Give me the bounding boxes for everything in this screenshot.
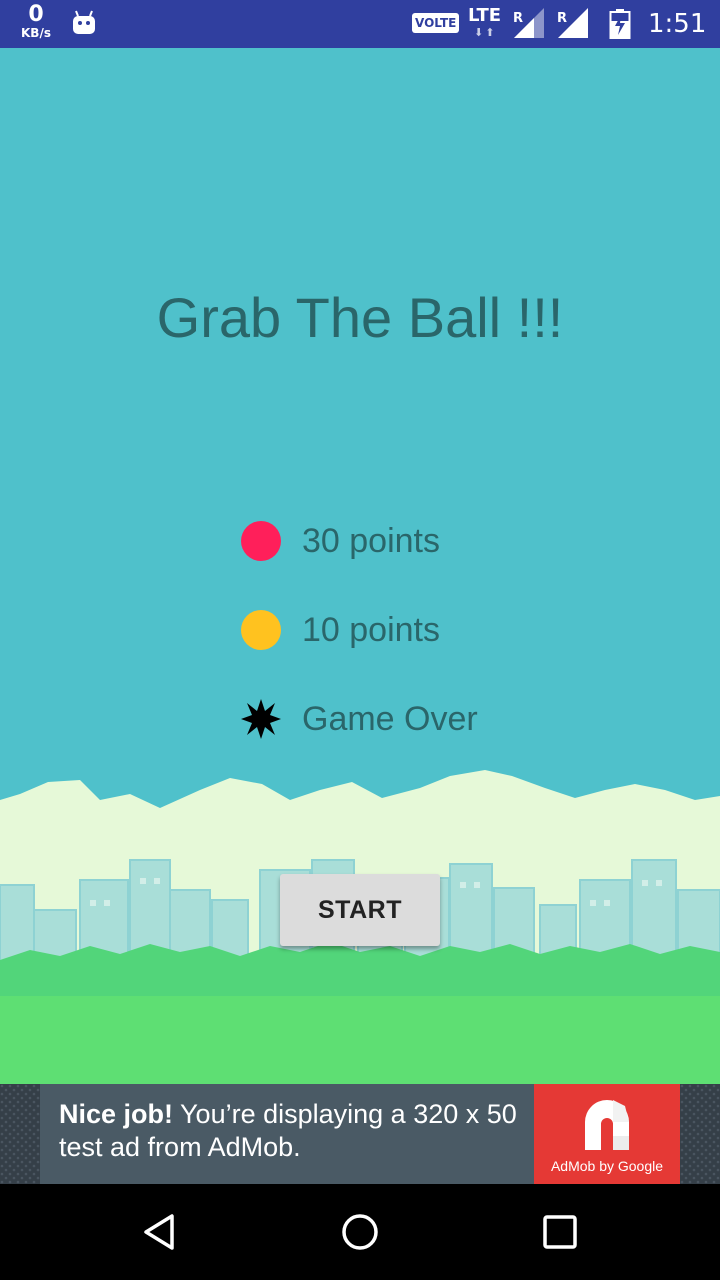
home-icon[interactable] (340, 1212, 380, 1252)
android-notification-icon (73, 10, 95, 34)
recents-icon[interactable] (540, 1212, 580, 1252)
back-icon[interactable] (140, 1212, 180, 1252)
admob-brand-block[interactable]: AdMob by Google (534, 1084, 680, 1184)
battery-charging-icon (609, 9, 631, 39)
lte-label: LTE (468, 5, 502, 26)
data-activity-icon: ⬇⬆ (474, 26, 497, 39)
red-ball-icon (241, 521, 281, 561)
legend-label: 30 points (302, 522, 440, 560)
signal-icon: R (557, 8, 588, 38)
admob-caption: AdMob by Google (550, 1158, 664, 1174)
legend-label: 10 points (302, 611, 440, 649)
ad-banner[interactable]: Nice job! You’re displaying a 320 x 50 t… (0, 1084, 720, 1184)
volte-badge: VOLTE (412, 13, 460, 33)
clock: 1:51 (648, 9, 707, 39)
network-speed: 0 KB/s (14, 2, 58, 40)
admob-logo-icon (585, 1100, 629, 1150)
legend-label: Game Over (302, 700, 478, 738)
ad-headline-bold: Nice job! (59, 1099, 174, 1129)
roaming-indicator: R (557, 11, 567, 26)
black-burst-icon (241, 699, 281, 739)
ad-message: Nice job! You’re displaying a 320 x 50 t… (59, 1098, 539, 1164)
network-speed-value: 0 (28, 2, 44, 27)
test-ad-card[interactable]: Nice job! You’re displaying a 320 x 50 t… (40, 1084, 680, 1184)
signal-icon: R (513, 8, 544, 38)
yellow-ball-icon (241, 610, 281, 650)
status-bar: 0 KB/s VOLTE LTE ⬇⬆ R R 1:51 (0, 0, 720, 48)
game-title: Grab The Ball !!! (156, 286, 564, 349)
navigation-bar (0, 1184, 720, 1280)
start-button[interactable]: START (280, 874, 440, 946)
network-speed-unit: KB/s (21, 26, 51, 40)
game-screen: 0 KB/s VOLTE LTE ⬇⬆ R R 1:51 Grab The Ba… (0, 0, 720, 1280)
roaming-indicator: R (513, 11, 523, 26)
ground (0, 996, 720, 1084)
